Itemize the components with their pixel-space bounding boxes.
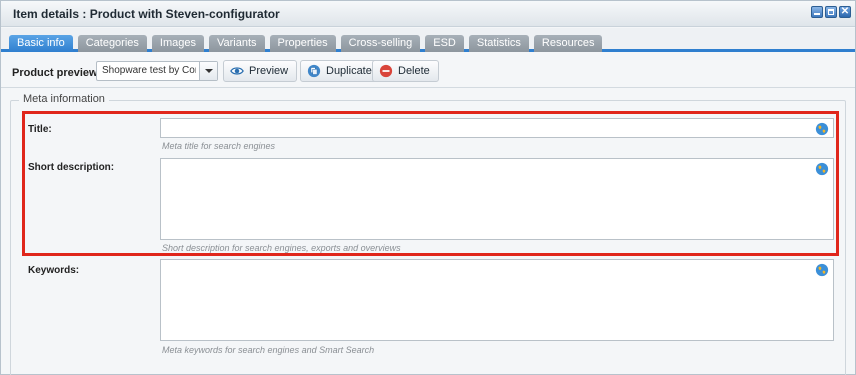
- minimize-icon: [814, 13, 820, 15]
- preview-button-label: Preview: [249, 65, 289, 77]
- tab-statistics[interactable]: Statistics: [468, 35, 529, 52]
- preview-button[interactable]: Preview: [223, 60, 298, 82]
- shop-select-trigger[interactable]: [199, 62, 217, 80]
- delete-button[interactable]: Delete: [372, 60, 439, 82]
- maximize-icon: [828, 9, 834, 15]
- short-description-textarea[interactable]: [161, 159, 833, 239]
- title-field-wrapper: [160, 118, 834, 138]
- chevron-down-icon: [205, 69, 213, 73]
- meta-information-legend: Meta information: [19, 93, 109, 105]
- window-controls: ✕: [811, 6, 851, 18]
- globe-icon[interactable]: [815, 162, 829, 176]
- maximize-button[interactable]: [825, 6, 837, 18]
- short-description-hint: Short description for search engines, ex…: [162, 243, 401, 253]
- window-title: Item details : Product with Steven-confi…: [13, 7, 280, 21]
- shop-select-value: Shopware test by Conte: [102, 65, 196, 76]
- duplicate-button-label: Duplicate: [326, 65, 372, 77]
- minimize-button[interactable]: [811, 6, 823, 18]
- delete-button-label: Delete: [398, 65, 430, 77]
- duplicate-button[interactable]: Duplicate: [300, 60, 381, 82]
- tab-categories[interactable]: Categories: [77, 35, 147, 52]
- tab-bar: Basic info Categories Images Variants Pr…: [1, 28, 855, 52]
- keywords-label: Keywords:: [28, 265, 80, 276]
- title-input[interactable]: [161, 119, 833, 137]
- globe-icon[interactable]: [815, 263, 829, 277]
- tab-resources[interactable]: Resources: [533, 35, 603, 52]
- item-details-window: Item details : Product with Steven-confi…: [0, 0, 856, 375]
- toolbar: Product preview: Shopware test by Conte …: [1, 55, 855, 88]
- short-description-label: Short description:: [28, 162, 115, 173]
- tab-basic-info[interactable]: Basic info: [9, 35, 73, 52]
- eye-icon: [230, 67, 244, 75]
- title-label: Title:: [28, 124, 52, 135]
- delete-icon: [379, 64, 393, 78]
- tab-variants[interactable]: Variants: [208, 35, 265, 52]
- keywords-textarea[interactable]: [161, 260, 833, 340]
- close-button[interactable]: ✕: [839, 6, 851, 18]
- keywords-hint: Meta keywords for search engines and Sma…: [162, 345, 375, 355]
- short-description-field-wrapper: [160, 158, 834, 240]
- keywords-field-wrapper: [160, 259, 834, 341]
- tab-images[interactable]: Images: [151, 35, 204, 52]
- tab-esd[interactable]: ESD: [425, 35, 464, 52]
- product-preview-label: Product preview:: [12, 67, 102, 79]
- title-hint: Meta title for search engines: [162, 141, 276, 151]
- tab-cross-selling[interactable]: Cross-selling: [340, 35, 421, 52]
- shop-select[interactable]: Shopware test by Conte: [96, 61, 218, 81]
- tab-properties[interactable]: Properties: [269, 35, 336, 52]
- globe-icon[interactable]: [815, 122, 829, 136]
- duplicate-icon: [307, 64, 321, 78]
- close-icon: ✕: [840, 6, 850, 17]
- window-titlebar[interactable]: Item details : Product with Steven-confi…: [1, 1, 855, 27]
